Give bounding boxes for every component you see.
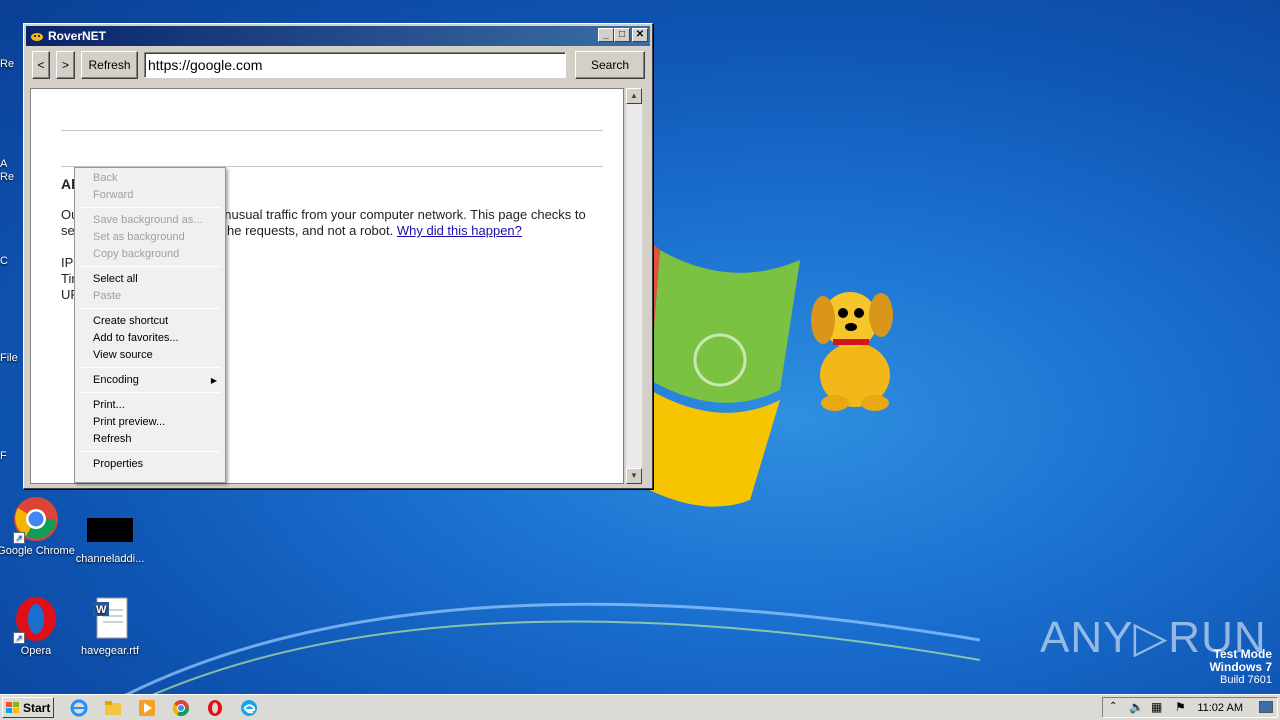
window-titlebar[interactable]: RoverNET _ □ ✕ bbox=[26, 26, 650, 46]
menu-item-copy-background[interactable]: Copy background bbox=[77, 246, 223, 263]
start-label: Start bbox=[23, 700, 51, 715]
system-tray: ⌃ 🔈 ▦ ⚑ 11:02 AM bbox=[1102, 697, 1278, 718]
chrome-icon: ↗ bbox=[13, 496, 59, 544]
desktop-icon-label: Opera bbox=[20, 645, 52, 657]
menu-item-save-background[interactable]: Save background as... bbox=[77, 212, 223, 229]
svg-text:W: W bbox=[96, 604, 107, 616]
shortcut-arrow-icon: ↗ bbox=[13, 632, 25, 644]
page-text: he requests, and not a robot. Why did th… bbox=[227, 223, 522, 238]
scroll-up-icon[interactable]: ▲ bbox=[626, 88, 642, 104]
menu-item-label: Encoding bbox=[93, 374, 139, 386]
desktop-wallpaper-swoosh bbox=[80, 602, 980, 720]
submenu-arrow-icon: ▶ bbox=[210, 376, 217, 385]
menu-item-refresh[interactable]: Refresh bbox=[77, 431, 223, 448]
menu-item-set-as-background[interactable]: Set as background bbox=[77, 229, 223, 246]
test-mode-watermark: Test Mode Windows 7 Build 7601 bbox=[1209, 648, 1272, 687]
volume-icon[interactable]: 🔈 bbox=[1129, 700, 1144, 714]
word-document-icon: W bbox=[87, 596, 133, 642]
vertical-scrollbar[interactable]: ▲ ▼ bbox=[626, 88, 642, 484]
rovernet-app-icon bbox=[31, 33, 43, 41]
divider bbox=[61, 130, 603, 131]
menu-item-forward[interactable]: Forward bbox=[77, 187, 223, 204]
taskbar: Start ⌃ 🔈 ▦ ⚑ 11:02 AM bbox=[0, 694, 1280, 720]
desktop-icon-channeladdi[interactable]: channeladdi... bbox=[70, 510, 150, 566]
minimize-button[interactable]: _ bbox=[598, 28, 614, 42]
desktop-icon-label: channeladdi... bbox=[75, 553, 145, 565]
black-image-icon bbox=[87, 518, 133, 550]
desktop-icon-stub[interactable]: C bbox=[0, 255, 24, 267]
shortcut-arrow-icon: ↗ bbox=[13, 532, 25, 544]
menu-item-encoding[interactable]: Encoding ▶ bbox=[77, 372, 223, 389]
edge-icon[interactable] bbox=[240, 699, 258, 717]
menu-separator bbox=[79, 451, 221, 452]
desktop-icon-stub[interactable]: Re bbox=[0, 58, 24, 70]
start-button[interactable]: Start bbox=[2, 697, 54, 718]
menu-item-select-all[interactable]: Select all bbox=[77, 271, 223, 288]
menu-item-view-source[interactable]: View source bbox=[77, 347, 223, 364]
browser-toolbar: < > Refresh https://google.com Search bbox=[30, 51, 645, 81]
opera-icon: ↗ bbox=[13, 596, 59, 644]
forward-button[interactable]: > bbox=[56, 51, 75, 79]
media-player-icon[interactable] bbox=[138, 699, 156, 717]
desktop-icon-stub[interactable]: File bbox=[0, 352, 24, 364]
menu-item-add-to-favorites[interactable]: Add to favorites... bbox=[77, 330, 223, 347]
clock[interactable]: 11:02 AM bbox=[1197, 702, 1243, 714]
search-button[interactable]: Search bbox=[575, 51, 645, 79]
menu-item-paste[interactable]: Paste bbox=[77, 288, 223, 305]
desktop-icon-label: havegear.rtf bbox=[80, 645, 140, 657]
folder-icon[interactable] bbox=[104, 699, 122, 717]
show-desktop-icon[interactable] bbox=[1259, 701, 1273, 713]
watermark-line: Windows 7 bbox=[1209, 660, 1272, 674]
ip-label: IP bbox=[61, 255, 74, 270]
action-center-flag-icon[interactable]: ⚑ bbox=[1175, 700, 1186, 714]
desktop-icon-havegear[interactable]: W havegear.rtf bbox=[70, 596, 150, 658]
desktop-icon-stub[interactable]: A bbox=[0, 158, 24, 170]
page-text: se bbox=[61, 223, 75, 238]
refresh-button[interactable]: Refresh bbox=[81, 51, 138, 79]
chrome-icon[interactable] bbox=[172, 699, 190, 717]
desktop-icon-chrome[interactable]: ↗ Google Chrome bbox=[0, 496, 76, 558]
network-icon[interactable]: ▦ bbox=[1151, 700, 1162, 714]
menu-item-properties[interactable]: Properties bbox=[77, 456, 223, 473]
page-text-fragment: he requests, and not a robot. bbox=[227, 223, 394, 238]
desktop-icon-stub[interactable]: Re bbox=[0, 171, 24, 183]
rover-dog-icon bbox=[811, 292, 893, 411]
watermark-line: Build 7601 bbox=[1220, 674, 1272, 686]
menu-separator bbox=[79, 392, 221, 393]
internet-explorer-icon[interactable] bbox=[70, 699, 88, 717]
menu-separator bbox=[79, 308, 221, 309]
address-bar-input[interactable]: https://google.com bbox=[144, 52, 566, 78]
menu-item-print[interactable]: Print... bbox=[77, 397, 223, 414]
maximize-button[interactable]: □ bbox=[614, 28, 630, 42]
page-text: unusual traffic from your computer netwo… bbox=[217, 207, 586, 222]
show-hidden-icons-icon[interactable]: ⌃ bbox=[1109, 701, 1117, 712]
desktop-icon-label: Google Chrome bbox=[0, 545, 75, 557]
why-did-this-happen-link[interactable]: Why did this happen? bbox=[397, 223, 522, 238]
menu-separator bbox=[79, 367, 221, 368]
scroll-down-icon[interactable]: ▼ bbox=[626, 468, 642, 484]
windows-flag-icon bbox=[6, 701, 19, 713]
menu-item-create-shortcut[interactable]: Create shortcut bbox=[77, 313, 223, 330]
opera-icon[interactable] bbox=[206, 699, 224, 717]
menu-separator bbox=[79, 266, 221, 267]
back-button[interactable]: < bbox=[32, 51, 50, 79]
context-menu: Back Forward Save background as... Set a… bbox=[74, 167, 226, 483]
menu-item-back[interactable]: Back bbox=[77, 170, 223, 187]
menu-separator bbox=[79, 207, 221, 208]
desktop-icon-opera[interactable]: ↗ Opera bbox=[0, 596, 76, 658]
menu-item-print-preview[interactable]: Print preview... bbox=[77, 414, 223, 431]
window-title: RoverNET bbox=[48, 29, 107, 43]
desktop-icon-stub[interactable]: F bbox=[0, 450, 24, 462]
close-button[interactable]: ✕ bbox=[632, 28, 648, 42]
